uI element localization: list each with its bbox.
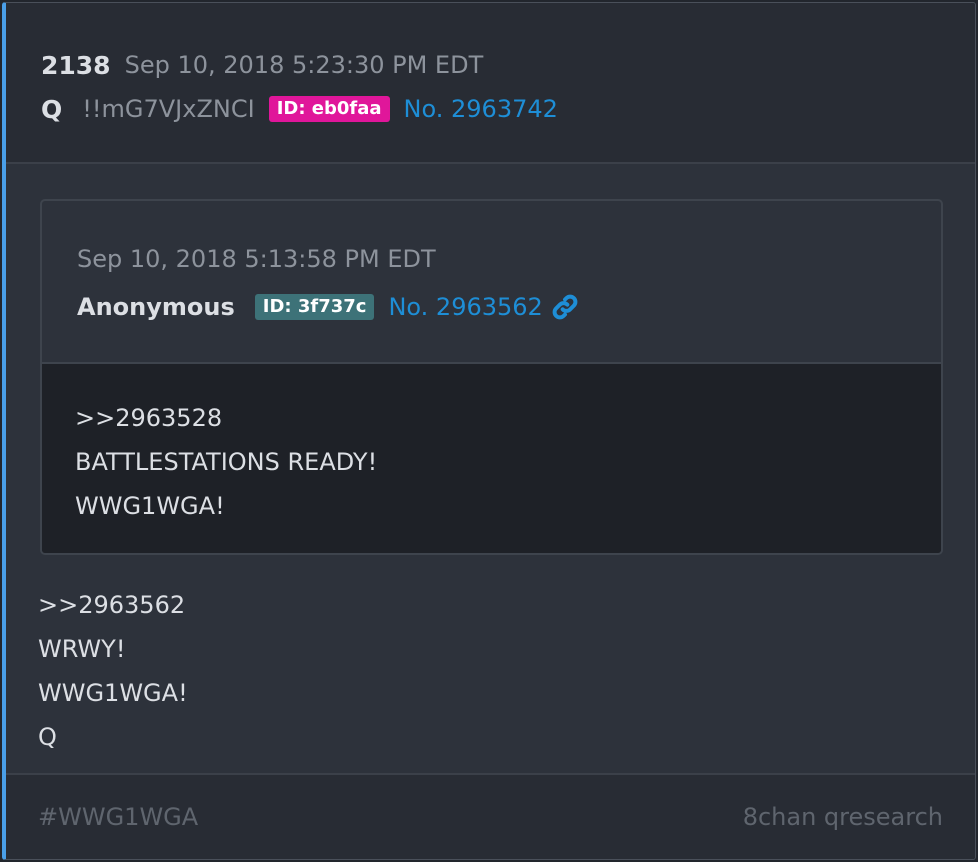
quoted-post-header: Sep 10, 2018 5:13:58 PM EDT Anonymous ID… bbox=[42, 201, 941, 364]
quoted-post: Sep 10, 2018 5:13:58 PM EDT Anonymous ID… bbox=[40, 199, 943, 555]
post-author: Q bbox=[41, 94, 63, 124]
quoted-post-id-badge: ID: 3f737c bbox=[254, 294, 375, 320]
quoted-post-line: WWG1WGA! bbox=[75, 492, 225, 520]
post-id-badge: ID: eb0faa bbox=[268, 96, 390, 122]
post-timestamp: Sep 10, 2018 5:23:30 PM EDT bbox=[124, 51, 484, 79]
quoted-post-number-link[interactable]: No. 2963562 bbox=[388, 293, 542, 321]
post-body-line[interactable]: >>2963562 bbox=[38, 591, 185, 619]
quoted-post-body: >>2963528 BATTLESTATIONS READY! WWG1WGA! bbox=[42, 364, 941, 553]
post-body-line: WRWY! bbox=[38, 635, 126, 663]
post-number: 2138 bbox=[41, 50, 111, 80]
post-author-row: Q !!mG7VJxZNCI ID: eb0faa No. 2963742 bbox=[41, 91, 558, 127]
post-meta-row: 2138 Sep 10, 2018 5:23:30 PM EDT bbox=[41, 47, 483, 83]
post-tripcode: !!mG7VJxZNCI bbox=[82, 95, 255, 123]
post-footer: #WWG1WGA 8chan qresearch bbox=[6, 773, 975, 859]
quoted-post-author: Anonymous bbox=[77, 293, 235, 321]
post-header: 2138 Sep 10, 2018 5:23:30 PM EDT Q !!mG7… bbox=[6, 3, 975, 164]
post-card: 2138 Sep 10, 2018 5:23:30 PM EDT Q !!mG7… bbox=[2, 2, 976, 860]
quoted-post-line: BATTLESTATIONS READY! bbox=[75, 448, 378, 476]
post-number-link[interactable]: No. 2963742 bbox=[404, 95, 558, 123]
footer-hashtag: #WWG1WGA bbox=[38, 803, 199, 831]
post-body-line: WWG1WGA! bbox=[38, 679, 188, 707]
footer-source: 8chan qresearch bbox=[742, 803, 943, 831]
quoted-post-author-row: Anonymous ID: 3f737c No. 2963562 bbox=[77, 289, 579, 325]
quoted-post-timestamp: Sep 10, 2018 5:13:58 PM EDT bbox=[77, 245, 436, 273]
link-icon[interactable] bbox=[551, 293, 579, 321]
quoted-post-line[interactable]: >>2963528 bbox=[75, 404, 222, 432]
post-body-line: Q bbox=[38, 723, 57, 751]
